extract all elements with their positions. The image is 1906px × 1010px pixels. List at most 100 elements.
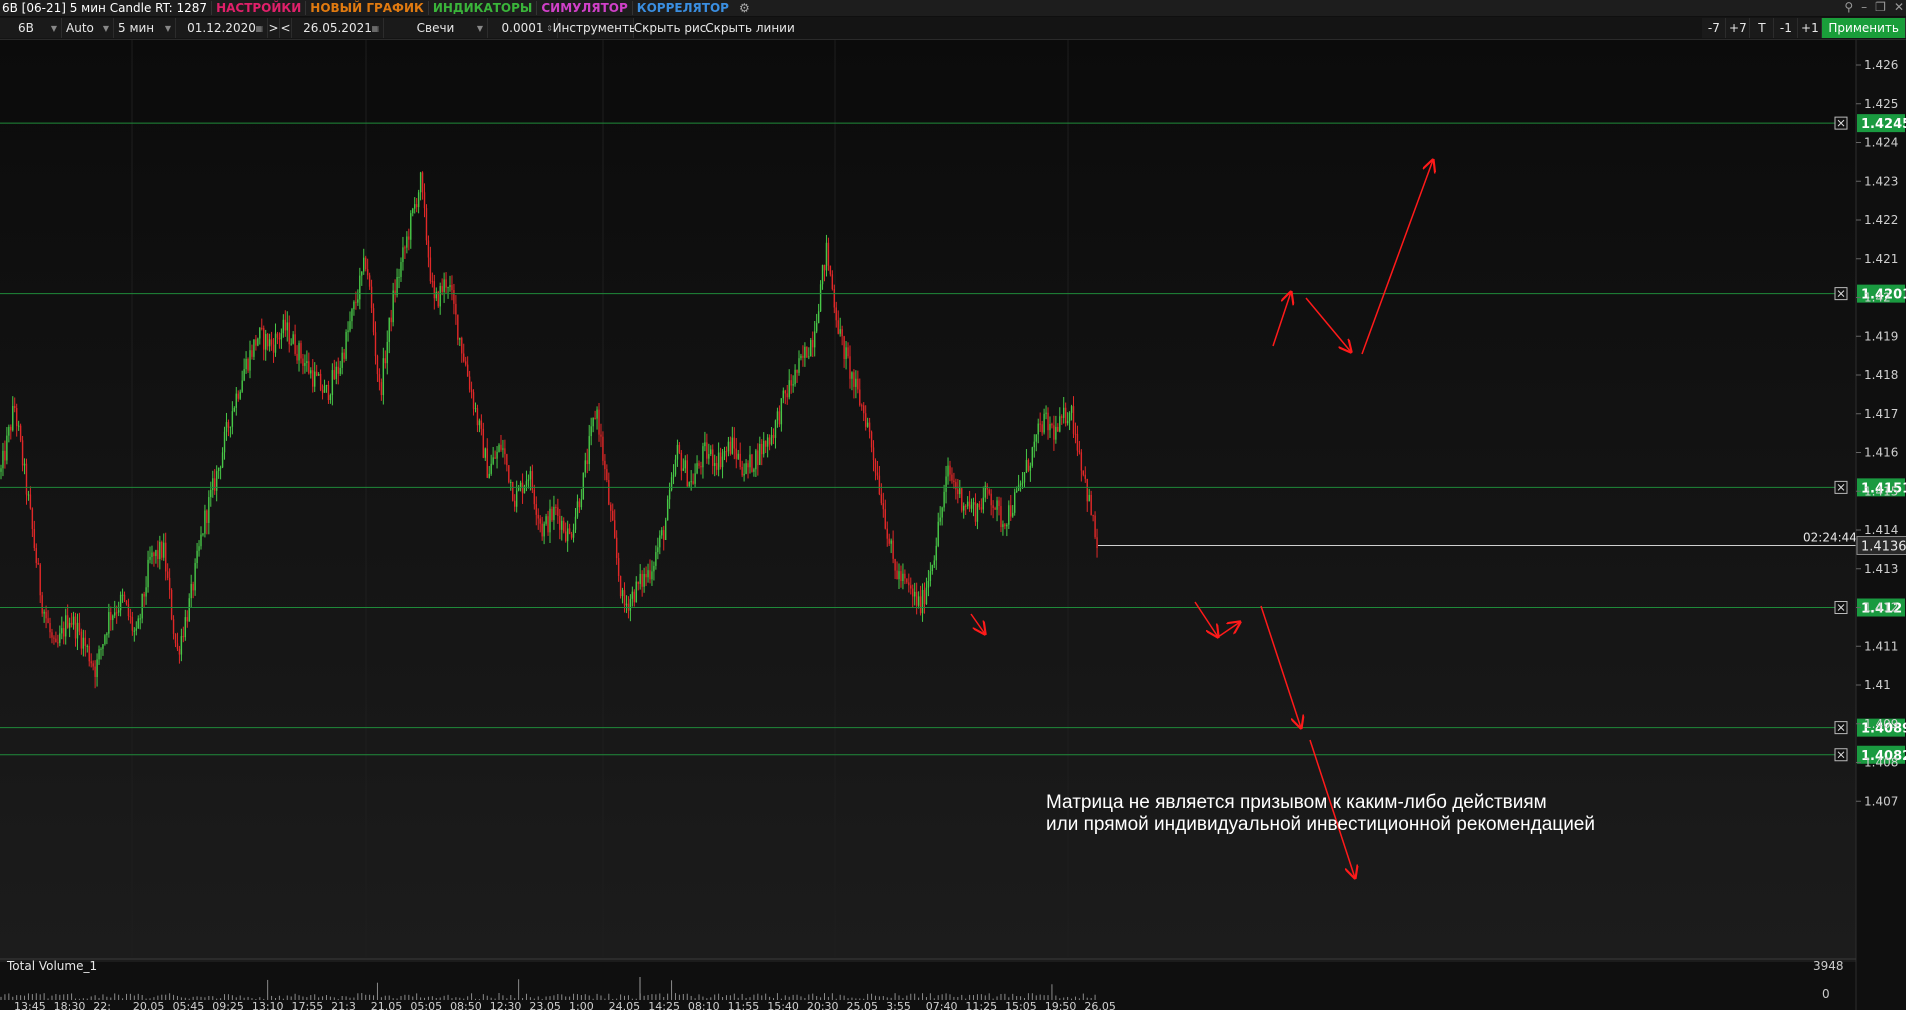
candle-body [861, 405, 863, 407]
candle-body [345, 331, 347, 359]
candle-body [623, 590, 626, 606]
candle-body [582, 472, 585, 500]
tools-button[interactable]: Инструменты [553, 18, 638, 38]
candle-body [806, 346, 808, 358]
tick-size-stepper[interactable]: 0.0001 ⇕ [488, 18, 558, 38]
candle-body [27, 494, 30, 496]
calendar-icon[interactable]: ▦ [371, 24, 379, 33]
candle-body [121, 594, 124, 596]
candle-body [653, 565, 655, 572]
candle-body [433, 281, 436, 299]
candle-body [1006, 524, 1008, 527]
gears-icon[interactable]: ⚙ [739, 1, 750, 15]
candle-body [951, 474, 953, 481]
nav-prev-label: < [280, 21, 291, 35]
candle-body [74, 616, 77, 639]
time-axis-label: 24.05 [609, 1000, 641, 1010]
plus-7-button[interactable]: +7 [1726, 18, 1751, 38]
chart-type-select[interactable]: Свечи ▼ [384, 18, 488, 38]
candle-body [933, 560, 935, 565]
candle-body [78, 622, 81, 632]
candle-body [925, 587, 928, 605]
candle-body [913, 591, 916, 597]
t-button[interactable]: T [1750, 18, 1775, 38]
pin-icon[interactable]: ⚲ [1844, 0, 1853, 14]
restore-icon[interactable]: ❐ [1875, 0, 1886, 14]
plus-1-button[interactable]: +1 [1798, 18, 1823, 38]
candle-body [451, 285, 453, 291]
nav-next-button[interactable]: > [268, 18, 280, 38]
candle-body [829, 265, 832, 275]
hide-drawings-label: Скрыть рис. [633, 21, 711, 35]
candle-body [476, 408, 479, 426]
timeframe-value: 5 мин [118, 21, 155, 35]
menu-simulator[interactable]: СИМУЛЯТОР [536, 1, 631, 15]
minus-1-button[interactable]: -1 [1774, 18, 1799, 38]
menu-correlator[interactable]: КОРРЕЛЯТОР [631, 1, 733, 15]
price-tick-label: 1.423 [1864, 174, 1898, 188]
candle-body [508, 465, 510, 483]
price-chart[interactable]: 1.42451.42011.41511.4121.40891.40821.413… [0, 40, 1906, 1010]
candle-body [996, 500, 998, 510]
candle-body [1002, 524, 1004, 528]
calendar-icon[interactable]: ▦ [255, 24, 263, 33]
candle-body [1041, 424, 1043, 433]
time-axis-label: 17:55 [292, 1000, 324, 1010]
candle-body [276, 333, 279, 338]
hide-drawings-button[interactable]: Скрыть рис. [634, 18, 710, 38]
candle-body [304, 362, 306, 366]
apply-button[interactable]: Применить [1822, 18, 1906, 38]
candle-body [625, 603, 628, 606]
candle-body [174, 633, 177, 644]
candle-body [776, 411, 779, 421]
candle-body [847, 347, 849, 357]
candle-body [610, 504, 612, 511]
minus-7-button[interactable]: -7 [1702, 18, 1727, 38]
candle-body [494, 457, 496, 459]
chart-type-value: Свечи [416, 21, 455, 35]
candle-body [700, 465, 702, 468]
symbol-select[interactable]: 6B ▼ [0, 18, 62, 38]
date-from-field[interactable]: 01.12.2020 ▦ [176, 18, 268, 38]
candle-body [970, 504, 973, 509]
menu-new-chart[interactable]: НОВЫЙ ГРАФИК [305, 1, 428, 15]
candle-body [468, 376, 471, 390]
candle-body [329, 395, 332, 401]
menu-indicators[interactable]: ИНДИКАТОРЫ [427, 1, 537, 15]
candle-body [1055, 426, 1057, 440]
time-axis-label: 11:25 [965, 1000, 997, 1010]
minimize-icon[interactable]: – [1861, 0, 1867, 14]
timeframe-select[interactable]: 5 мин ▼ [114, 18, 176, 38]
candle-body [482, 428, 485, 458]
price-tick-label: 1.409 [1864, 717, 1898, 731]
hide-lines-button[interactable]: Скрыть линии [705, 18, 795, 38]
candle-body [84, 637, 87, 646]
candle-body [872, 447, 875, 461]
candle-body [1086, 478, 1088, 502]
candle-body [666, 499, 669, 521]
candle-body [849, 356, 851, 379]
candle-body [315, 371, 318, 376]
candle-body [1088, 494, 1090, 502]
candle-body [982, 497, 985, 510]
candle-body [94, 666, 96, 677]
candle-body [486, 448, 488, 478]
candle-body [1021, 482, 1024, 484]
nav-prev-button[interactable]: < [280, 18, 292, 38]
candle-body [202, 533, 204, 535]
menu-settings[interactable]: НАСТРОЙКИ [211, 1, 305, 15]
candle-body [29, 494, 32, 509]
candle-body [478, 420, 481, 426]
mode-select[interactable]: Auto ▼ [62, 18, 114, 38]
candle-body [868, 422, 871, 432]
candle-body [780, 398, 783, 425]
apply-label: Применить [1828, 21, 1899, 35]
candle-body [261, 327, 263, 329]
candle-body [166, 571, 169, 578]
close-icon[interactable]: ✕ [1894, 0, 1904, 14]
volume-max-label: 3948 [1813, 959, 1844, 973]
date-to-field[interactable]: 26.05.2021 ▦ [292, 18, 384, 38]
candle-body [566, 528, 569, 542]
candle-body [415, 204, 418, 208]
candle-body [8, 426, 10, 436]
